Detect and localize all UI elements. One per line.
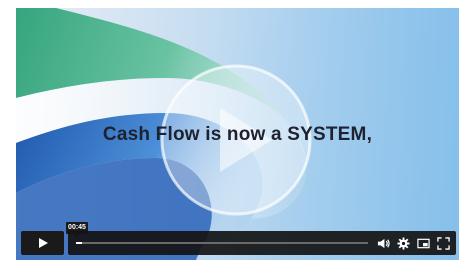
progress-track[interactable] — [76, 242, 368, 244]
progress-bar-container — [68, 231, 456, 255]
fullscreen-icon — [436, 236, 450, 250]
play-button[interactable] — [21, 231, 64, 255]
play-icon — [38, 238, 48, 248]
fullscreen-button[interactable] — [436, 236, 450, 250]
video-caption: Cash Flow is now a SYSTEM, — [102, 124, 373, 145]
pip-button[interactable] — [416, 236, 430, 250]
page: Cash Flow is now a SYSTEM, 00:45 — [0, 0, 464, 263]
volume-button[interactable] — [376, 236, 390, 250]
progress-played — [76, 242, 82, 244]
video-player[interactable]: Cash Flow is now a SYSTEM, 00:45 — [16, 8, 459, 260]
volume-icon — [377, 238, 390, 248]
gear-icon — [396, 236, 410, 250]
picture-in-picture-icon — [416, 238, 430, 248]
settings-button[interactable] — [396, 236, 410, 250]
control-bar — [16, 230, 459, 260]
